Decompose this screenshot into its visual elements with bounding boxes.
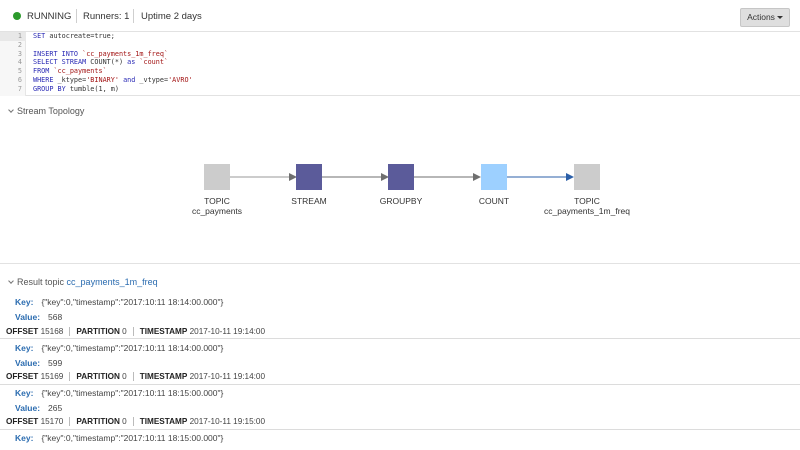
- record-divider: [0, 384, 800, 385]
- sql-editor[interactable]: 1 2 3 4 5 6 7 SET autocreate=true; INSER…: [0, 32, 800, 96]
- line-number: 1: [0, 32, 26, 41]
- code-line: FROM `cc_payments`: [33, 67, 107, 76]
- result-title: Result topic: [17, 277, 65, 287]
- result-topic-link[interactable]: cc_payments_1m_freq: [67, 277, 158, 287]
- code-line: SET autocreate=true;: [33, 32, 115, 40]
- record-key: Key: {"key":0,"timestamp":"2017:10:11 18:…: [15, 388, 224, 398]
- result-topic-panel: Result topic cc_payments_1m_freq Key: {"k…: [0, 264, 800, 450]
- line-number: 5: [17, 67, 22, 76]
- status-divider: [133, 9, 134, 23]
- record-key: Key: {"key":0,"timestamp":"2017:10:11 18:…: [15, 343, 224, 353]
- result-header[interactable]: Result topic cc_payments_1m_freq: [8, 277, 158, 287]
- status-label: RUNNING: [27, 11, 72, 22]
- status-divider: [76, 9, 77, 23]
- code-line: SELECT STREAM COUNT(*) as `count`: [33, 58, 169, 67]
- code-line: GROUP BY tumble(1, m): [33, 84, 119, 93]
- uptime-label: Uptime 2 days: [141, 11, 202, 22]
- topology-node-count[interactable]: [481, 164, 507, 190]
- record-divider: [0, 338, 800, 339]
- line-number: 7: [17, 84, 22, 93]
- line-number: 3: [17, 49, 22, 58]
- actions-label: Actions: [747, 12, 775, 22]
- record-meta: OFFSET 15170 PARTITION 0 TIMESTAMP 2017-10…: [6, 417, 266, 427]
- record-meta: OFFSET 15168 PARTITION 0 TIMESTAMP 2017-10…: [6, 327, 266, 337]
- record-value: Value: 568: [15, 312, 63, 322]
- chevron-down-icon: [8, 278, 14, 284]
- topology-node-target-topic[interactable]: [574, 164, 600, 190]
- line-number: 2: [17, 40, 22, 49]
- caret-down-icon: [776, 16, 783, 20]
- stream-topology-panel: Stream Topology TOPIC cc_payments STREAM …: [0, 96, 800, 264]
- record-value: Value: 599: [15, 358, 63, 368]
- status-bar: RUNNING Runners: 1 Uptime 2 days Actions: [0, 0, 800, 32]
- runners-count: Runners: 1: [83, 11, 130, 22]
- record-divider: [0, 429, 800, 430]
- record-meta: OFFSET 15169 PARTITION 0 TIMESTAMP 2017-10…: [6, 372, 266, 382]
- line-number: 6: [17, 76, 22, 84]
- running-status-icon: [13, 12, 21, 20]
- topology-node-stream[interactable]: [296, 164, 322, 190]
- actions-dropdown-button[interactable]: Actions: [740, 8, 790, 27]
- line-number: 4: [17, 58, 22, 67]
- record-value: Value: 265: [15, 403, 63, 413]
- code-line: WHERE _ktype='BINARY' and _vtype='AVRO': [33, 76, 193, 84]
- editor-gutter: 1 2 3 4 5 6 7: [0, 32, 26, 96]
- node-label: TOPIC cc_payments_1m_freq: [544, 196, 630, 216]
- code-line: INSERT INTO `cc_payments_1m_freq`: [33, 49, 169, 58]
- record-key: Key: {"key":0,"timestamp":"2017:10:11 18:…: [15, 297, 224, 307]
- record-key: Key: {"key":0,"timestamp":"2017:10:11 18:…: [15, 433, 224, 443]
- topology-node-groupby[interactable]: [388, 164, 414, 190]
- topology-node-source-topic[interactable]: [204, 164, 230, 190]
